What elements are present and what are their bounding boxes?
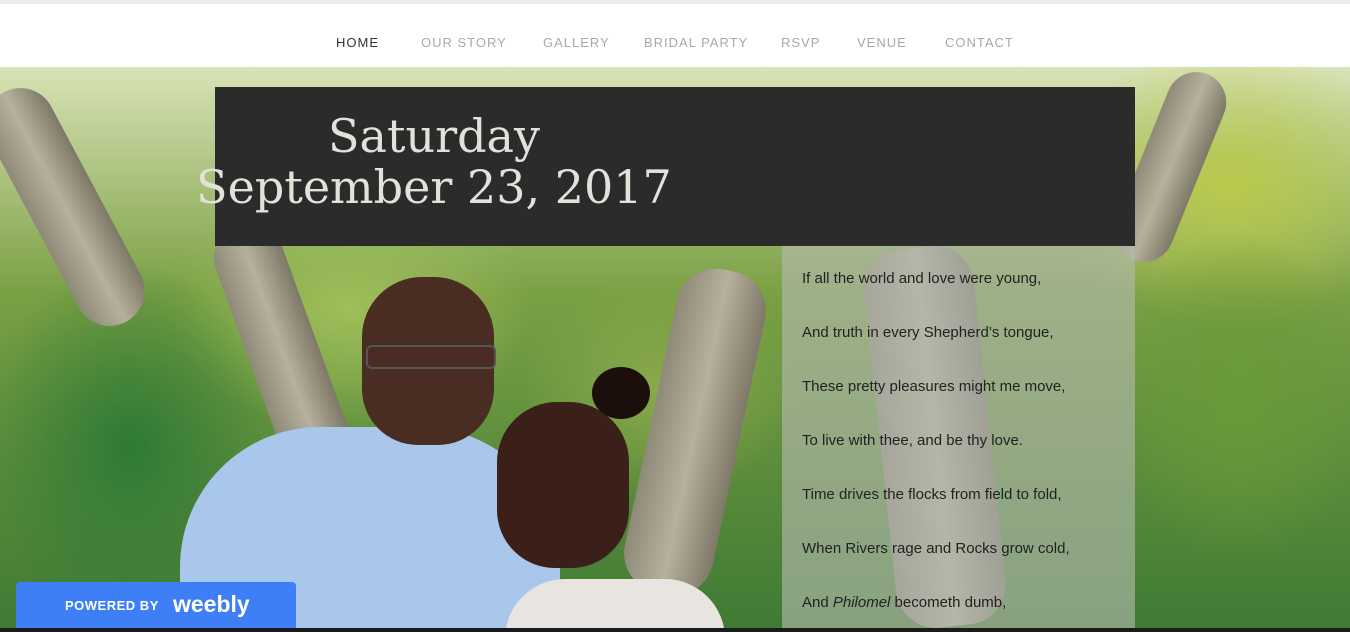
nav-bridal-party[interactable]: BRIDAL PARTY [644,35,748,50]
poem-text: And [802,594,833,611]
main-navigation: HOME OUR STORY GALLERY BRIDAL PARTY RSVP… [0,4,1350,67]
nav-our-story[interactable]: OUR STORY [421,35,507,50]
wedding-day: Saturday [328,109,540,163]
nav-home[interactable]: HOME [336,35,379,50]
poem-panel: If all the world and love were young, An… [782,246,1135,632]
poem-line: To live with thee, and be thy love. [802,432,1023,449]
poem-line: When Rivers rage and Rocks grow cold, [802,540,1070,557]
poem-line: And Philomel becometh dumb, [802,594,1006,611]
tree-trunk [0,75,157,339]
poem-line: Time drives the flocks from field to fol… [802,486,1062,503]
nav-rsvp[interactable]: RSVP [781,35,820,50]
woman-hair-bun [592,367,650,419]
poem-line: If all the world and love were young, [802,270,1042,287]
poem-line: These pretty pleasures might me move, [802,378,1066,395]
tree-trunk [616,261,774,603]
poem-emphasis: Philomel [832,594,891,611]
nav-contact[interactable]: CONTACT [945,35,1014,50]
powered-by-weebly-badge[interactable]: POWERED BY weebly [16,582,296,632]
woman-figure [505,579,725,632]
weebly-logo: weebly [173,591,250,617]
woman-head [497,402,629,568]
poem-line: And truth in every Shepherd’s tongue, [802,324,1054,341]
wedding-date: September 23, 2017 [196,160,672,214]
bottom-edge [0,628,1350,632]
nav-venue[interactable]: VENUE [857,35,907,50]
nav-gallery[interactable]: GALLERY [543,35,610,50]
date-banner: Saturday September 23, 2017 [196,87,1135,246]
poem-text: becometh dumb, [890,594,1007,611]
glasses [366,345,496,369]
powered-by-label: POWERED BY [65,598,159,613]
